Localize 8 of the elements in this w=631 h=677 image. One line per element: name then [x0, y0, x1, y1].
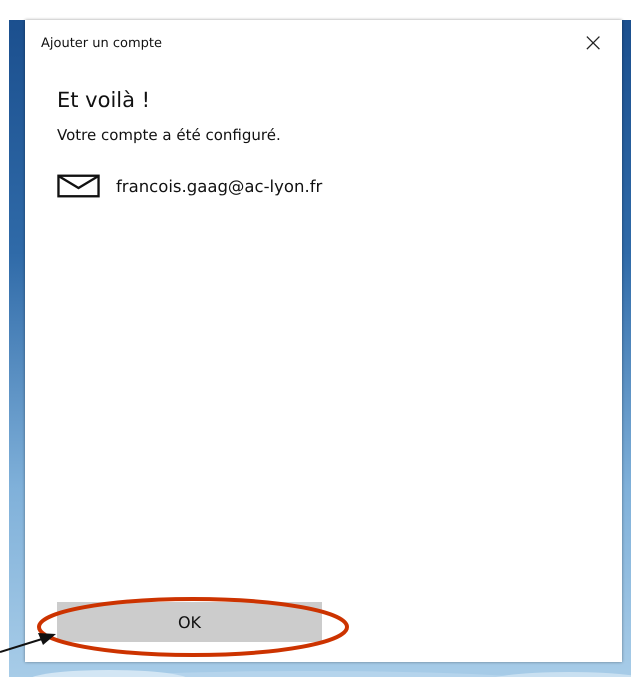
message-text: Votre compte a été configuré.	[57, 126, 282, 144]
envelope-icon	[57, 174, 100, 198]
heading: Et voilà !	[57, 88, 152, 112]
close-button[interactable]: ×	[576, 30, 610, 56]
account-email: francois.gaag@ac-lyon.fr	[116, 176, 322, 196]
ok-button[interactable]: OK	[57, 602, 322, 642]
pointer-arrow	[0, 631, 56, 653]
window-title: Ajouter un compte	[41, 36, 162, 50]
